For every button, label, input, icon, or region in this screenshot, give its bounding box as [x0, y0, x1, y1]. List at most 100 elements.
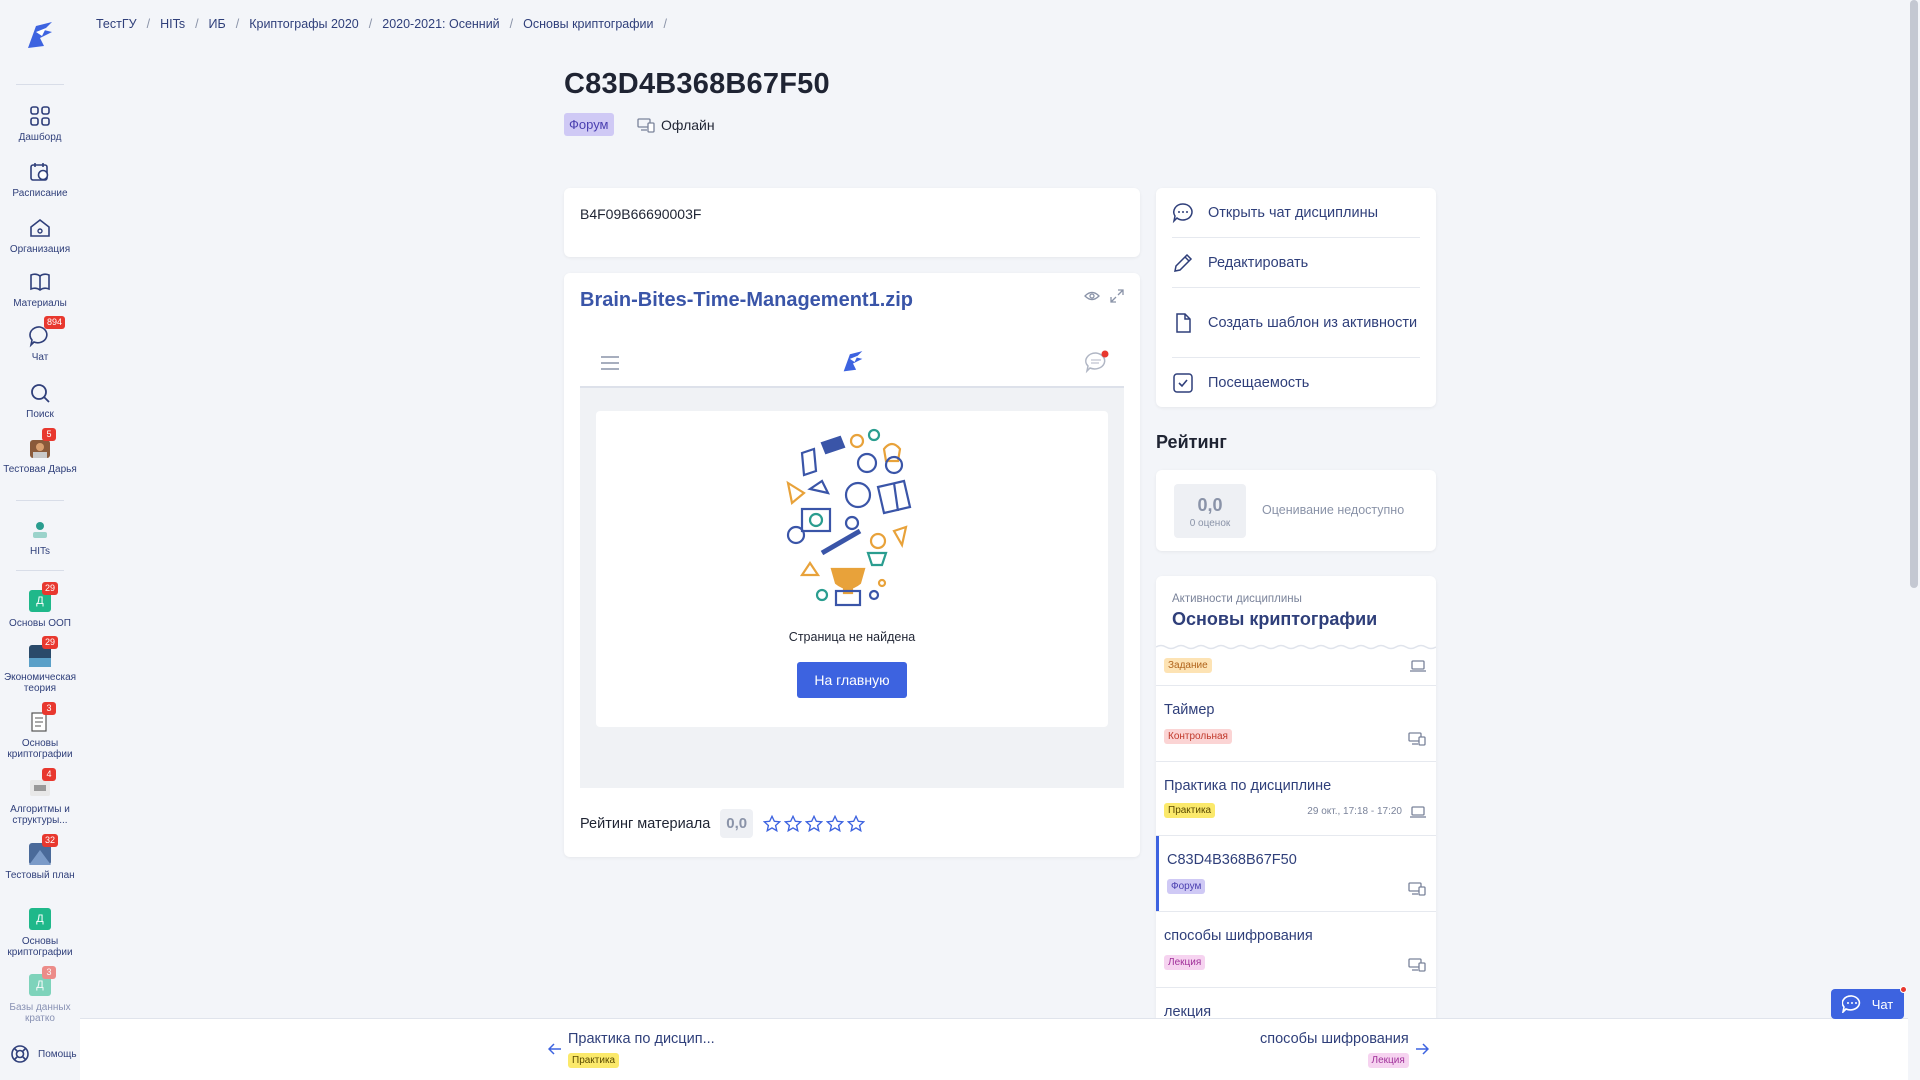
activity-item[interactable]: Практика по дисциплине Практика 29 окт.,… [1156, 762, 1436, 836]
sidebar-item-economics[interactable]: 29 Экономическая теория [0, 636, 80, 694]
attendance-action[interactable]: Посещаемость [1172, 358, 1420, 407]
devices-icon [1408, 958, 1426, 972]
description-text: B4F09B66690003F [580, 206, 702, 222]
go-home-button[interactable]: На главную [797, 662, 907, 698]
star-icon[interactable] [763, 814, 782, 833]
rating-card: 0,0 0 оценок Оценивание недоступно [1156, 470, 1436, 551]
not-found-panel: Страница не найдена На главную [596, 411, 1108, 727]
expand-icon[interactable] [1110, 289, 1124, 303]
sidebar-item-databases[interactable]: Д 3 Базы данных кратко [0, 966, 80, 1024]
activity-item[interactable]: Задание [1156, 650, 1436, 686]
sidebar-item-test-plan[interactable]: 32 Тестовый план [0, 834, 80, 881]
sidebar-item-label: Тестовая Дарья [3, 464, 77, 475]
create-template-action[interactable]: Создать шаблон из активности [1172, 288, 1420, 358]
laptop-icon [1410, 660, 1426, 672]
star-icon[interactable] [805, 814, 824, 833]
person-desk-icon [33, 522, 47, 538]
grid-icon [30, 106, 50, 126]
chat-button-label: Чат [1871, 996, 1894, 1012]
sidebar-item-organization[interactable]: Организация [0, 216, 80, 255]
next-activity-link[interactable]: способы шифрования Лекция [1260, 1031, 1429, 1068]
next-activity-tag: Лекция [1367, 1053, 1409, 1068]
arrow-right-icon [1415, 1043, 1429, 1055]
sidebar-item-oop[interactable]: Д 29 Основы ООП [0, 582, 80, 629]
course-avatar: Д [29, 908, 51, 930]
activities-subtitle: Активности дисциплины [1172, 593, 1302, 605]
sidebar-item-search[interactable]: Поиск [0, 381, 80, 420]
sidebar-item-test-darya[interactable]: 5 Тестовая Дарья [0, 428, 80, 475]
sidebar-item-label: Организация [9, 244, 71, 255]
sidebar-item-schedule[interactable]: Расписание [0, 160, 80, 199]
checkbox-icon [1173, 372, 1193, 393]
lifebuoy-icon [11, 1045, 29, 1063]
sidebar-item-label: Расписание [12, 188, 68, 199]
notification-badge: 4 [42, 768, 56, 781]
pencil-icon [1174, 253, 1193, 272]
activity-type-badge: Форум [564, 113, 614, 136]
activities-title[interactable]: Основы криптографии [1172, 609, 1377, 630]
breadcrumb-link[interactable]: Криптографы 2020 [249, 17, 359, 31]
help-button[interactable]: Помощь [10, 1044, 77, 1064]
laptop-icon [1410, 806, 1426, 818]
breadcrumb-link[interactable]: ИБ [209, 17, 226, 31]
star-icon[interactable] [847, 814, 866, 833]
open-discipline-chat-action[interactable]: Открыть чат дисциплины [1172, 188, 1420, 238]
next-activity-title: способы шифрования [1260, 1031, 1409, 1047]
eye-icon[interactable] [1084, 289, 1100, 303]
activity-type-tag: Задание [1164, 658, 1212, 673]
help-label: Помощь [38, 1048, 77, 1060]
logo-icon[interactable] [22, 18, 58, 54]
sidebar-item-hits[interactable]: HITs [0, 518, 80, 557]
chat-bubble-icon[interactable] [1084, 350, 1110, 374]
star-icon[interactable] [826, 814, 845, 833]
previous-activity-link[interactable]: Практика по дисцип... Практика [548, 1031, 715, 1068]
chat-count-badge: 894 [44, 316, 66, 329]
action-label: Посещаемость [1208, 374, 1310, 391]
chat-notification-dot [1900, 986, 1907, 993]
material-preview[interactable]: Страница не найдена На главную [580, 338, 1124, 788]
sidebar-item-crypto-basics-2[interactable]: Д Основы криптографии [0, 908, 80, 958]
breadcrumb-separator: / [368, 17, 373, 31]
activity-name: C83D4B368B67F50 [1167, 852, 1297, 868]
sidebar-item-materials[interactable]: Материалы [0, 270, 80, 309]
breadcrumb-link[interactable]: ТестГУ [96, 17, 137, 31]
activity-type-tag: Форум [1167, 879, 1206, 894]
activity-item-active[interactable]: C83D4B368B67F50 Форум [1156, 836, 1436, 912]
breadcrumb: ТестГУ / HITs / ИБ / Криптографы 2020 / 2020… [96, 17, 677, 31]
sidebar-divider [16, 570, 64, 571]
activity-item[interactable]: способы шифрования Лекция [1156, 912, 1436, 988]
sidebar-item-crypto-basics[interactable]: 3 Основы криптографии [0, 702, 80, 760]
breadcrumb-separator: / [146, 17, 151, 31]
menu-icon[interactable] [600, 355, 620, 371]
sidebar-item-algorithms[interactable]: 4 Алгоритмы и структуры... [0, 768, 80, 826]
material-rating-label: Рейтинг материала [580, 815, 711, 832]
chat-button[interactable]: Чат [1831, 986, 1907, 1019]
rating-note: Оценивание недоступно [1262, 503, 1405, 517]
status-label: Офлайн [661, 117, 715, 133]
star-icon[interactable] [784, 814, 803, 833]
sidebar-item-dashboard[interactable]: Дашборд [0, 104, 80, 143]
devices-icon [1408, 882, 1426, 896]
sidebar-item-chat[interactable]: 894 Чат [0, 316, 80, 363]
activity-type-tag: Контрольная [1164, 729, 1232, 744]
devices-icon [1408, 732, 1426, 746]
actions-card: Открыть чат дисциплины Редактировать Соз… [1156, 188, 1436, 407]
rating-stars[interactable] [763, 814, 866, 833]
sidebar-item-label: Основы криптографии [7, 738, 73, 760]
breadcrumb-link[interactable]: Основы криптографии [523, 17, 653, 31]
breadcrumb-link[interactable]: 2020-2021: Осенний [382, 17, 499, 31]
activity-item[interactable]: Таймер Контрольная [1156, 686, 1436, 762]
page-scrollbar-thumb[interactable] [1910, 0, 1918, 588]
edit-action[interactable]: Редактировать [1172, 238, 1420, 288]
activity-type-tag: Практика [1164, 803, 1216, 818]
discipline-activities-card: Активности дисциплины Основы криптографи… [1156, 576, 1436, 1046]
sidebar-item-label: Экономическая теория [3, 672, 77, 694]
sidebar-divider [16, 500, 64, 501]
breadcrumb-link[interactable]: HITs [160, 17, 185, 31]
rating-score-box: 0,0 0 оценок [1174, 484, 1246, 538]
material-title-link[interactable]: Brain-Bites-Time-Management1.zip [580, 289, 913, 312]
notification-badge: 3 [42, 966, 56, 979]
activity-name: способы шифрования [1164, 928, 1313, 944]
previous-activity-tag: Практика [568, 1053, 620, 1068]
arrow-left-icon [548, 1043, 561, 1055]
